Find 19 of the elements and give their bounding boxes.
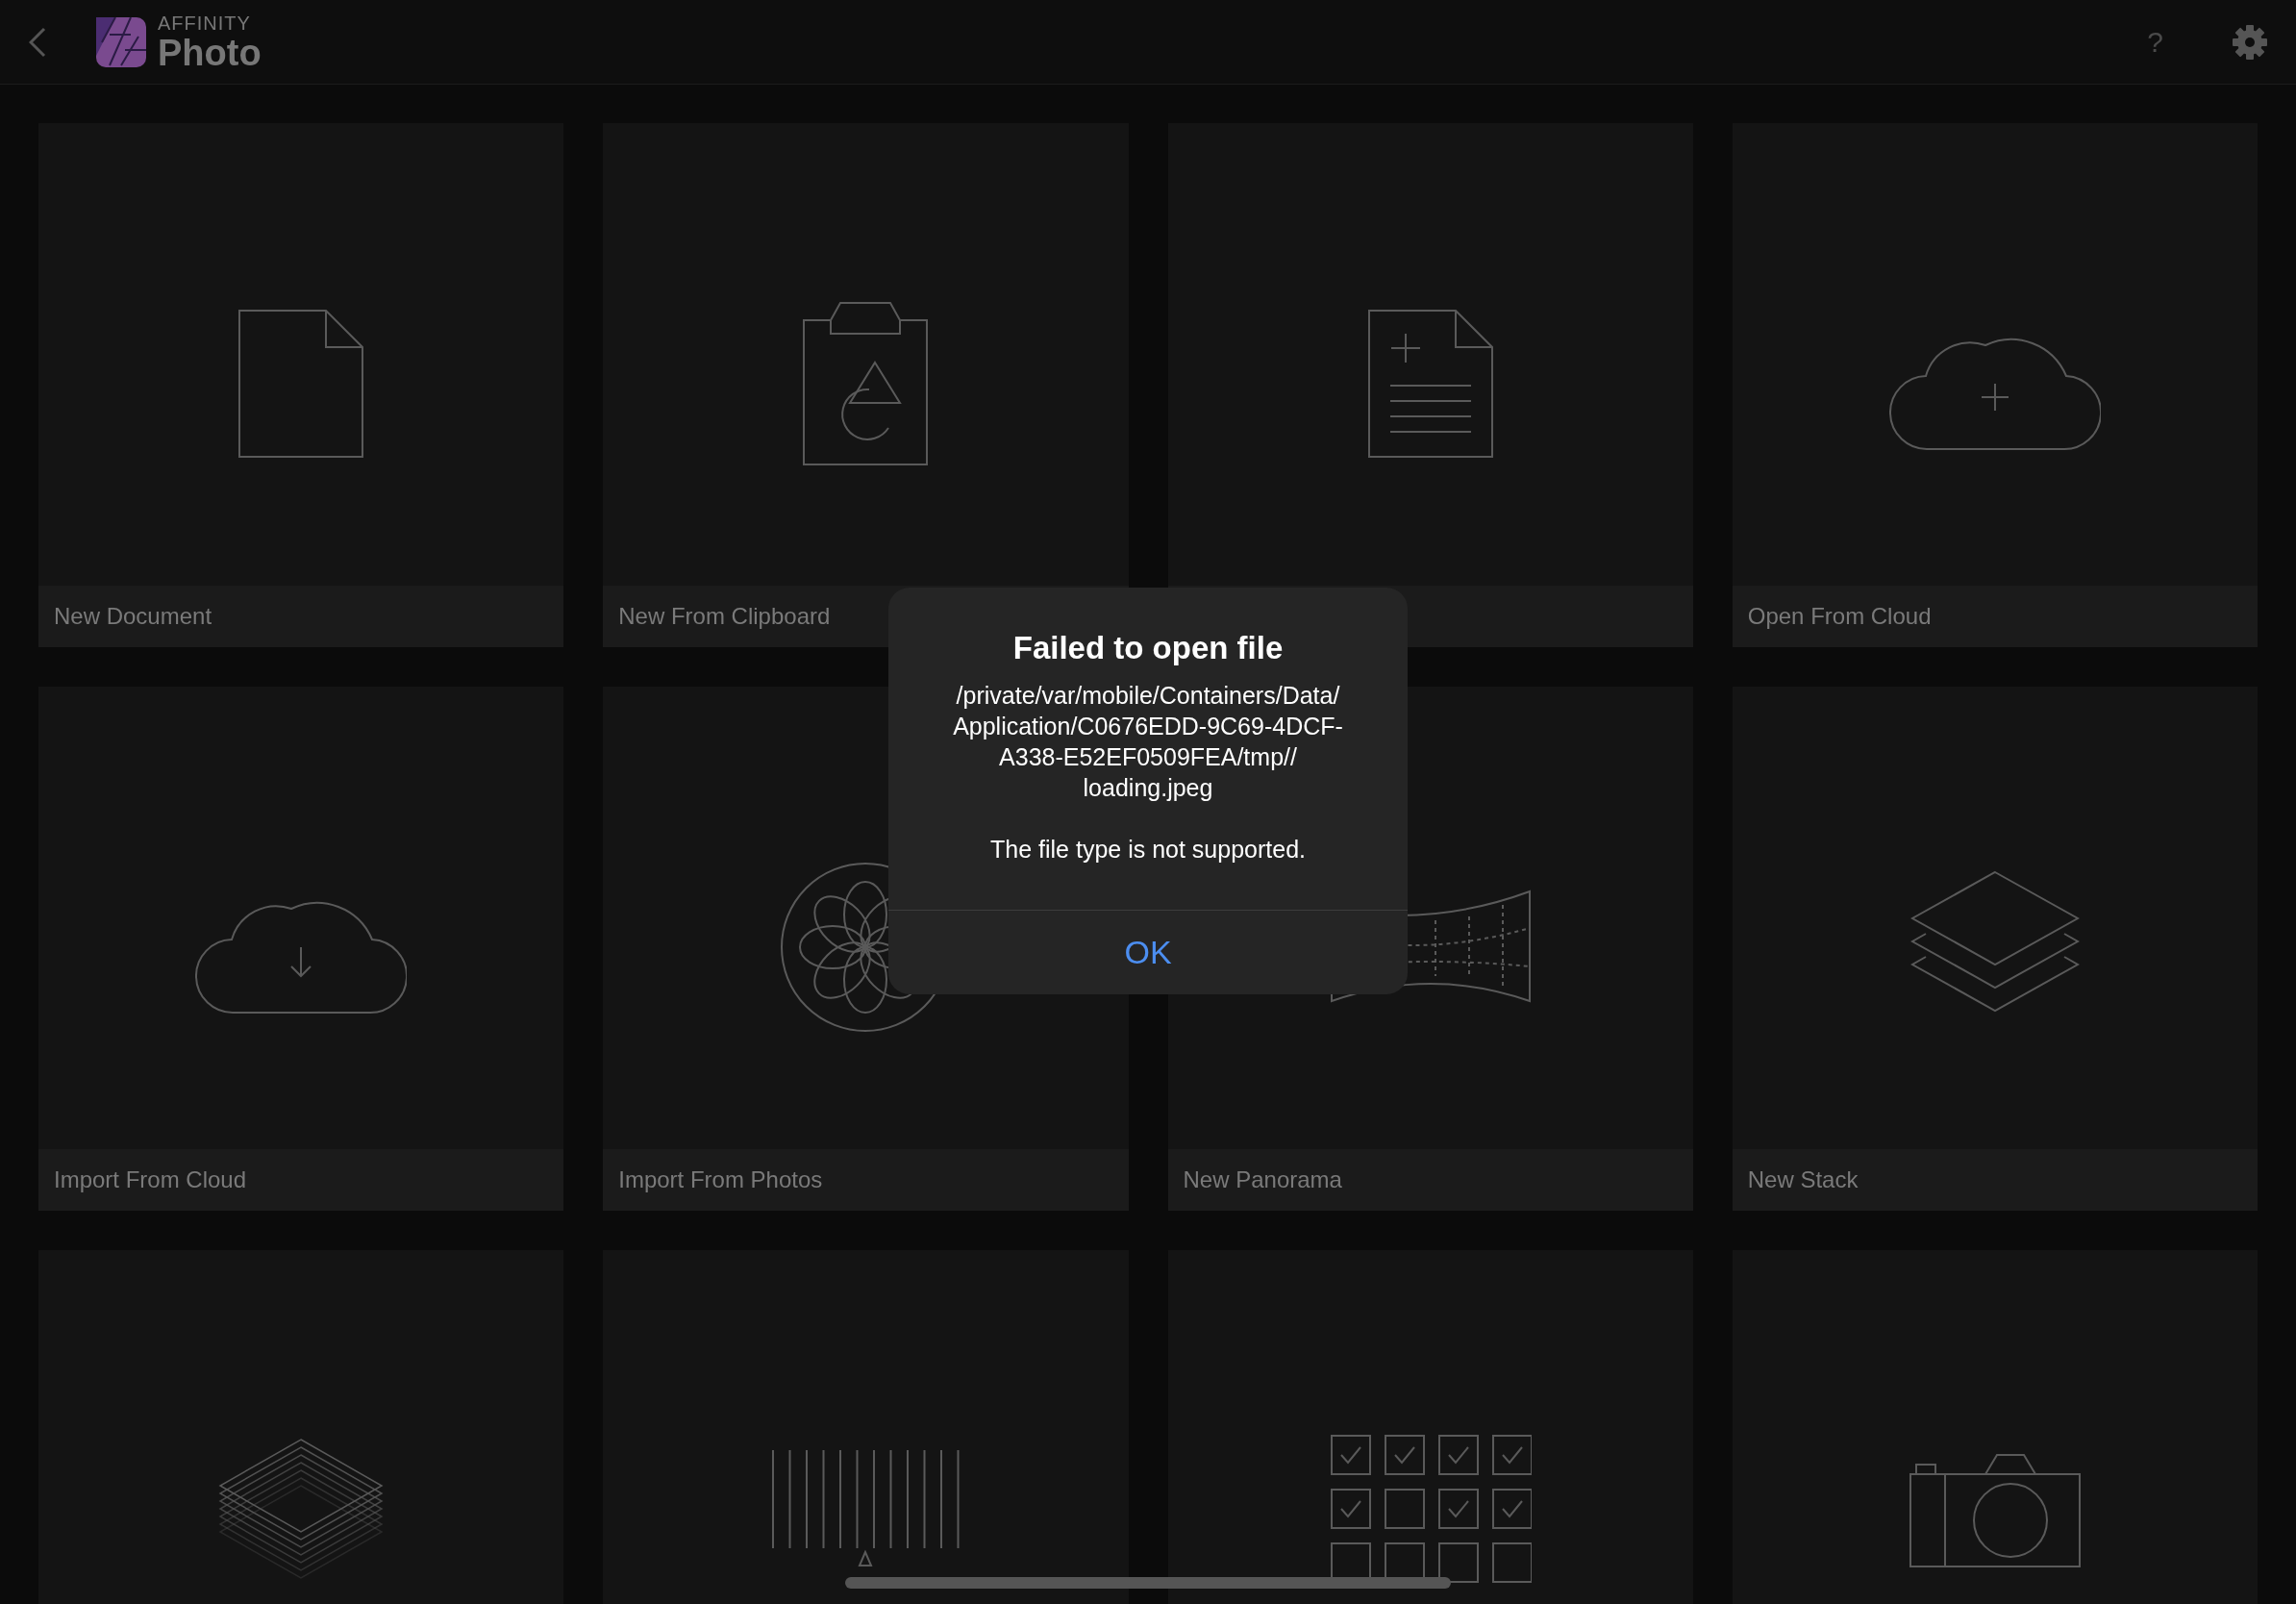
tile-card[interactable]: New Stack: [1732, 687, 2258, 1211]
app-name: Photo: [158, 34, 262, 71]
tile-label: Import From Cloud: [38, 1149, 564, 1211]
camera-icon: [1908, 1452, 2082, 1568]
tile-card[interactable]: Import From Cloud: [38, 687, 564, 1211]
tile-label: New Panorama: [1167, 1149, 1693, 1211]
ok-button[interactable]: OK: [888, 910, 1408, 994]
tile-card[interactable]: New Document: [38, 123, 564, 647]
clipboard-icon: [802, 300, 930, 466]
app-logo-icon: [96, 16, 146, 67]
document-plus-icon: [1366, 308, 1494, 459]
brand-wordmark: AFFINITY: [158, 13, 252, 33]
tile-card[interactable]: Open From Cloud: [1732, 123, 2258, 647]
tile-label: Open From Cloud: [1732, 586, 2258, 647]
help-button[interactable]: ?: [2147, 20, 2163, 63]
document-icon: [237, 308, 365, 459]
tile-label: Import From Photos: [603, 1149, 1129, 1211]
tile-label: New Stack: [1732, 1149, 2258, 1211]
tile-label: New Document: [38, 586, 564, 647]
